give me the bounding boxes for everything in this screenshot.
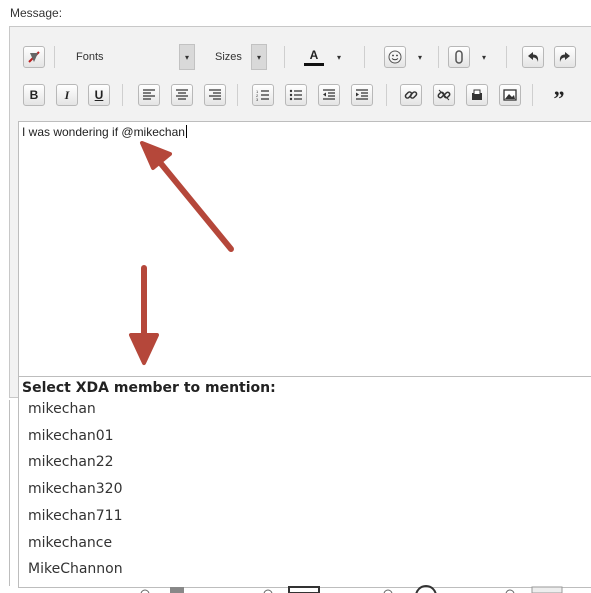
mention-item[interactable]: mikechan22 — [28, 454, 588, 476]
svg-text:3: 3 — [256, 97, 259, 101]
indent-button[interactable] — [351, 84, 373, 106]
underline-button[interactable]: U — [88, 84, 110, 106]
mention-popup-title: Select XDA member to mention: — [22, 380, 276, 396]
outdent-button[interactable] — [318, 84, 340, 106]
cropped-toolbar-strip — [140, 585, 563, 593]
align-left-button[interactable] — [138, 84, 160, 106]
ordered-list-icon: 123 — [256, 89, 269, 101]
fonts-dropdown-arrow[interactable]: ▾ — [179, 44, 195, 70]
indent-icon — [356, 89, 368, 100]
text-color-icon: A — [309, 47, 319, 62]
unordered-list-icon — [289, 89, 302, 101]
text-color-button[interactable]: A — [303, 46, 325, 68]
text-caret — [185, 125, 187, 138]
align-center-button[interactable] — [171, 84, 193, 106]
italic-icon: I — [64, 87, 70, 102]
attachment-icon — [455, 50, 463, 64]
align-center-icon — [176, 89, 188, 100]
mention-item[interactable]: mikechan711 — [28, 508, 588, 530]
mention-item[interactable]: MikeChannon — [28, 561, 588, 583]
attachment-arrow[interactable]: ▾ — [482, 53, 486, 62]
align-left-icon — [143, 89, 155, 100]
fonts-dropdown[interactable]: Fonts — [76, 51, 104, 63]
link-button[interactable] — [400, 84, 422, 106]
bold-button[interactable]: B — [23, 84, 45, 106]
link-icon — [404, 91, 418, 99]
mention-popup: Select XDA member to mention: mikechan m… — [18, 376, 591, 588]
outdent-icon — [323, 89, 335, 100]
mention-item[interactable]: mikechance — [28, 535, 588, 557]
toolbar-separator — [438, 46, 439, 68]
image-icon — [503, 89, 517, 101]
align-right-button[interactable] — [204, 84, 226, 106]
attachment-button[interactable] — [448, 46, 470, 68]
remove-format-button[interactable] — [23, 46, 45, 68]
redo-button[interactable] — [554, 46, 576, 68]
ordered-list-button[interactable]: 123 — [252, 84, 274, 106]
sizes-dropdown[interactable]: Sizes — [215, 51, 242, 63]
toolbar-separator — [284, 46, 285, 68]
smiley-button[interactable] — [384, 46, 406, 68]
quote-button[interactable]: ” — [548, 84, 570, 110]
editor-toolbar: Fonts ▾ Sizes ▾ A ▾ ▾ ▾ B I U 123 ” — [14, 36, 591, 116]
smiley-icon — [388, 50, 402, 64]
message-label: Message: — [10, 6, 63, 20]
quote-icon: ” — [553, 86, 565, 111]
redo-icon — [559, 52, 570, 62]
unlink-icon — [437, 89, 451, 101]
toolbar-separator — [122, 84, 123, 106]
toolbar-separator — [364, 46, 365, 68]
unordered-list-button[interactable] — [285, 84, 307, 106]
italic-button[interactable]: I — [56, 84, 78, 106]
mention-item[interactable]: mikechan320 — [28, 481, 588, 503]
sizes-dropdown-arrow[interactable]: ▾ — [251, 44, 267, 70]
unlink-button[interactable] — [433, 84, 455, 106]
email-icon — [472, 89, 482, 100]
remove-format-icon — [28, 51, 40, 63]
toolbar-separator — [237, 84, 238, 106]
frame-edge — [9, 400, 10, 586]
bold-icon: B — [29, 88, 39, 102]
align-right-icon — [209, 89, 221, 100]
toolbar-separator — [506, 46, 507, 68]
mention-item[interactable]: mikechan — [28, 401, 588, 423]
smiley-arrow[interactable]: ▾ — [418, 53, 422, 62]
undo-button[interactable] — [522, 46, 544, 68]
text-color-arrow[interactable]: ▾ — [337, 53, 341, 62]
toolbar-separator — [54, 46, 55, 68]
message-textarea[interactable]: I was wondering if @mikechan — [18, 121, 591, 377]
email-button[interactable] — [466, 84, 488, 106]
message-text: I was wondering if @mikechan — [22, 125, 185, 139]
mention-item[interactable]: mikechan01 — [28, 428, 588, 450]
toolbar-separator — [532, 84, 533, 106]
underline-icon: U — [94, 88, 104, 102]
undo-icon — [528, 52, 539, 62]
toolbar-separator — [386, 84, 387, 106]
image-button[interactable] — [499, 84, 521, 106]
